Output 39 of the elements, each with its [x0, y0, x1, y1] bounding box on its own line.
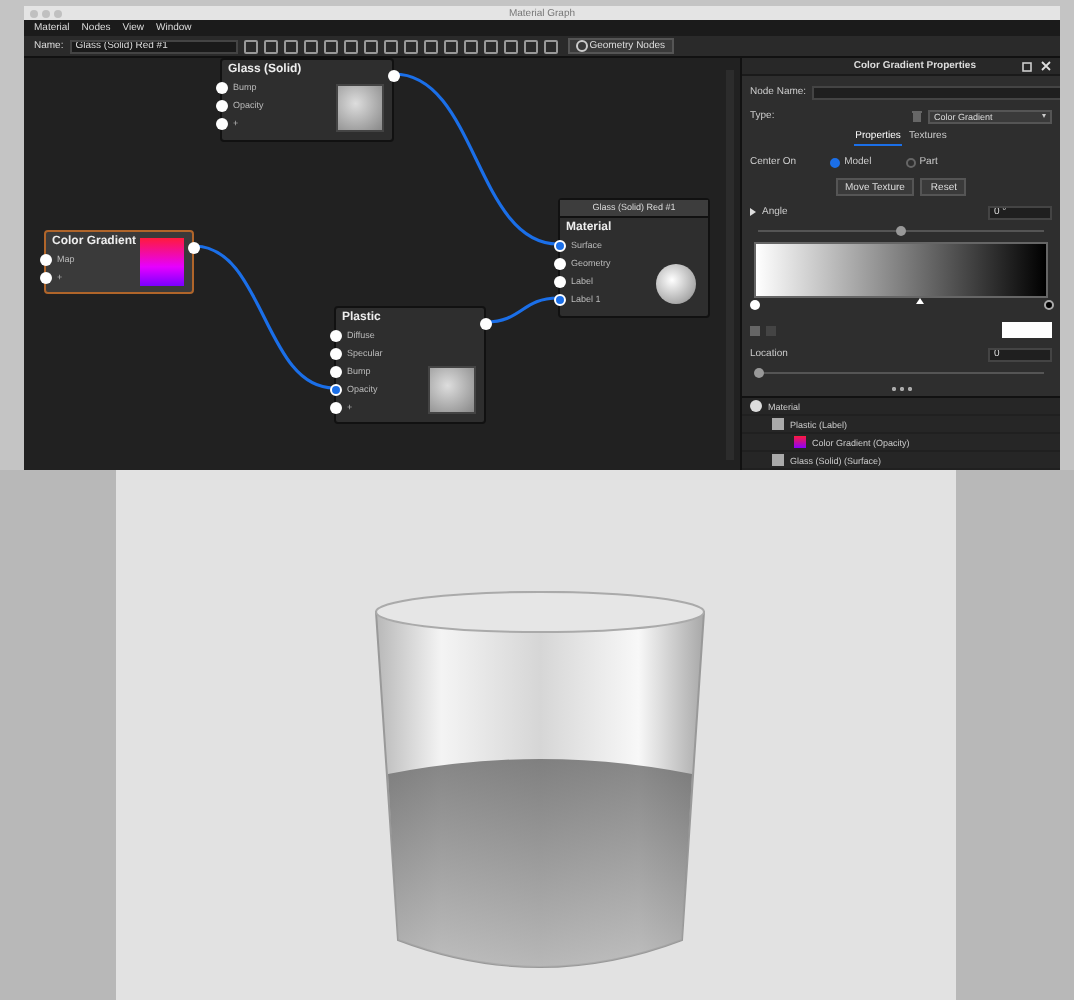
input-port[interactable] [215, 117, 227, 129]
input-port[interactable] [39, 271, 51, 283]
material-icon [750, 400, 762, 412]
gradient-stop[interactable] [749, 300, 759, 310]
input-port[interactable] [553, 275, 565, 287]
input-port[interactable] [215, 99, 227, 111]
sphere-preview [656, 264, 696, 304]
output-port[interactable] [387, 70, 399, 82]
texture-thumbnail [772, 418, 784, 430]
texture-thumbnail [336, 84, 384, 132]
slider-thumb[interactable] [896, 226, 906, 236]
input-port[interactable] [329, 383, 341, 395]
input-port[interactable] [329, 347, 341, 359]
gradient-swatch [794, 436, 806, 448]
color-swatch[interactable] [1002, 322, 1052, 338]
texture-thumbnail [772, 454, 784, 466]
radio-button[interactable] [905, 157, 916, 167]
input-port[interactable] [329, 401, 341, 413]
output-port[interactable] [187, 242, 199, 254]
detach-icon[interactable] [1022, 60, 1034, 72]
input-port[interactable] [215, 81, 227, 93]
input-port[interactable] [39, 253, 51, 265]
input-port[interactable] [553, 257, 565, 269]
radio-button[interactable] [830, 157, 841, 167]
gradient-swatch [140, 238, 184, 286]
input-port[interactable] [553, 239, 565, 251]
input-port[interactable] [329, 329, 341, 341]
output-port[interactable] [479, 318, 491, 330]
trash-icon[interactable] [912, 110, 922, 122]
input-port[interactable] [329, 365, 341, 377]
texture-thumbnail [428, 366, 476, 414]
gradient-stop[interactable] [1043, 300, 1053, 310]
resize-handle[interactable] [889, 386, 913, 392]
input-port[interactable] [553, 293, 565, 305]
midpoint-marker[interactable] [915, 298, 924, 304]
slider-thumb[interactable] [753, 368, 763, 378]
add-stop-icon[interactable] [750, 325, 760, 335]
connection-wire [485, 296, 559, 324]
disclosure-icon[interactable] [750, 208, 756, 216]
